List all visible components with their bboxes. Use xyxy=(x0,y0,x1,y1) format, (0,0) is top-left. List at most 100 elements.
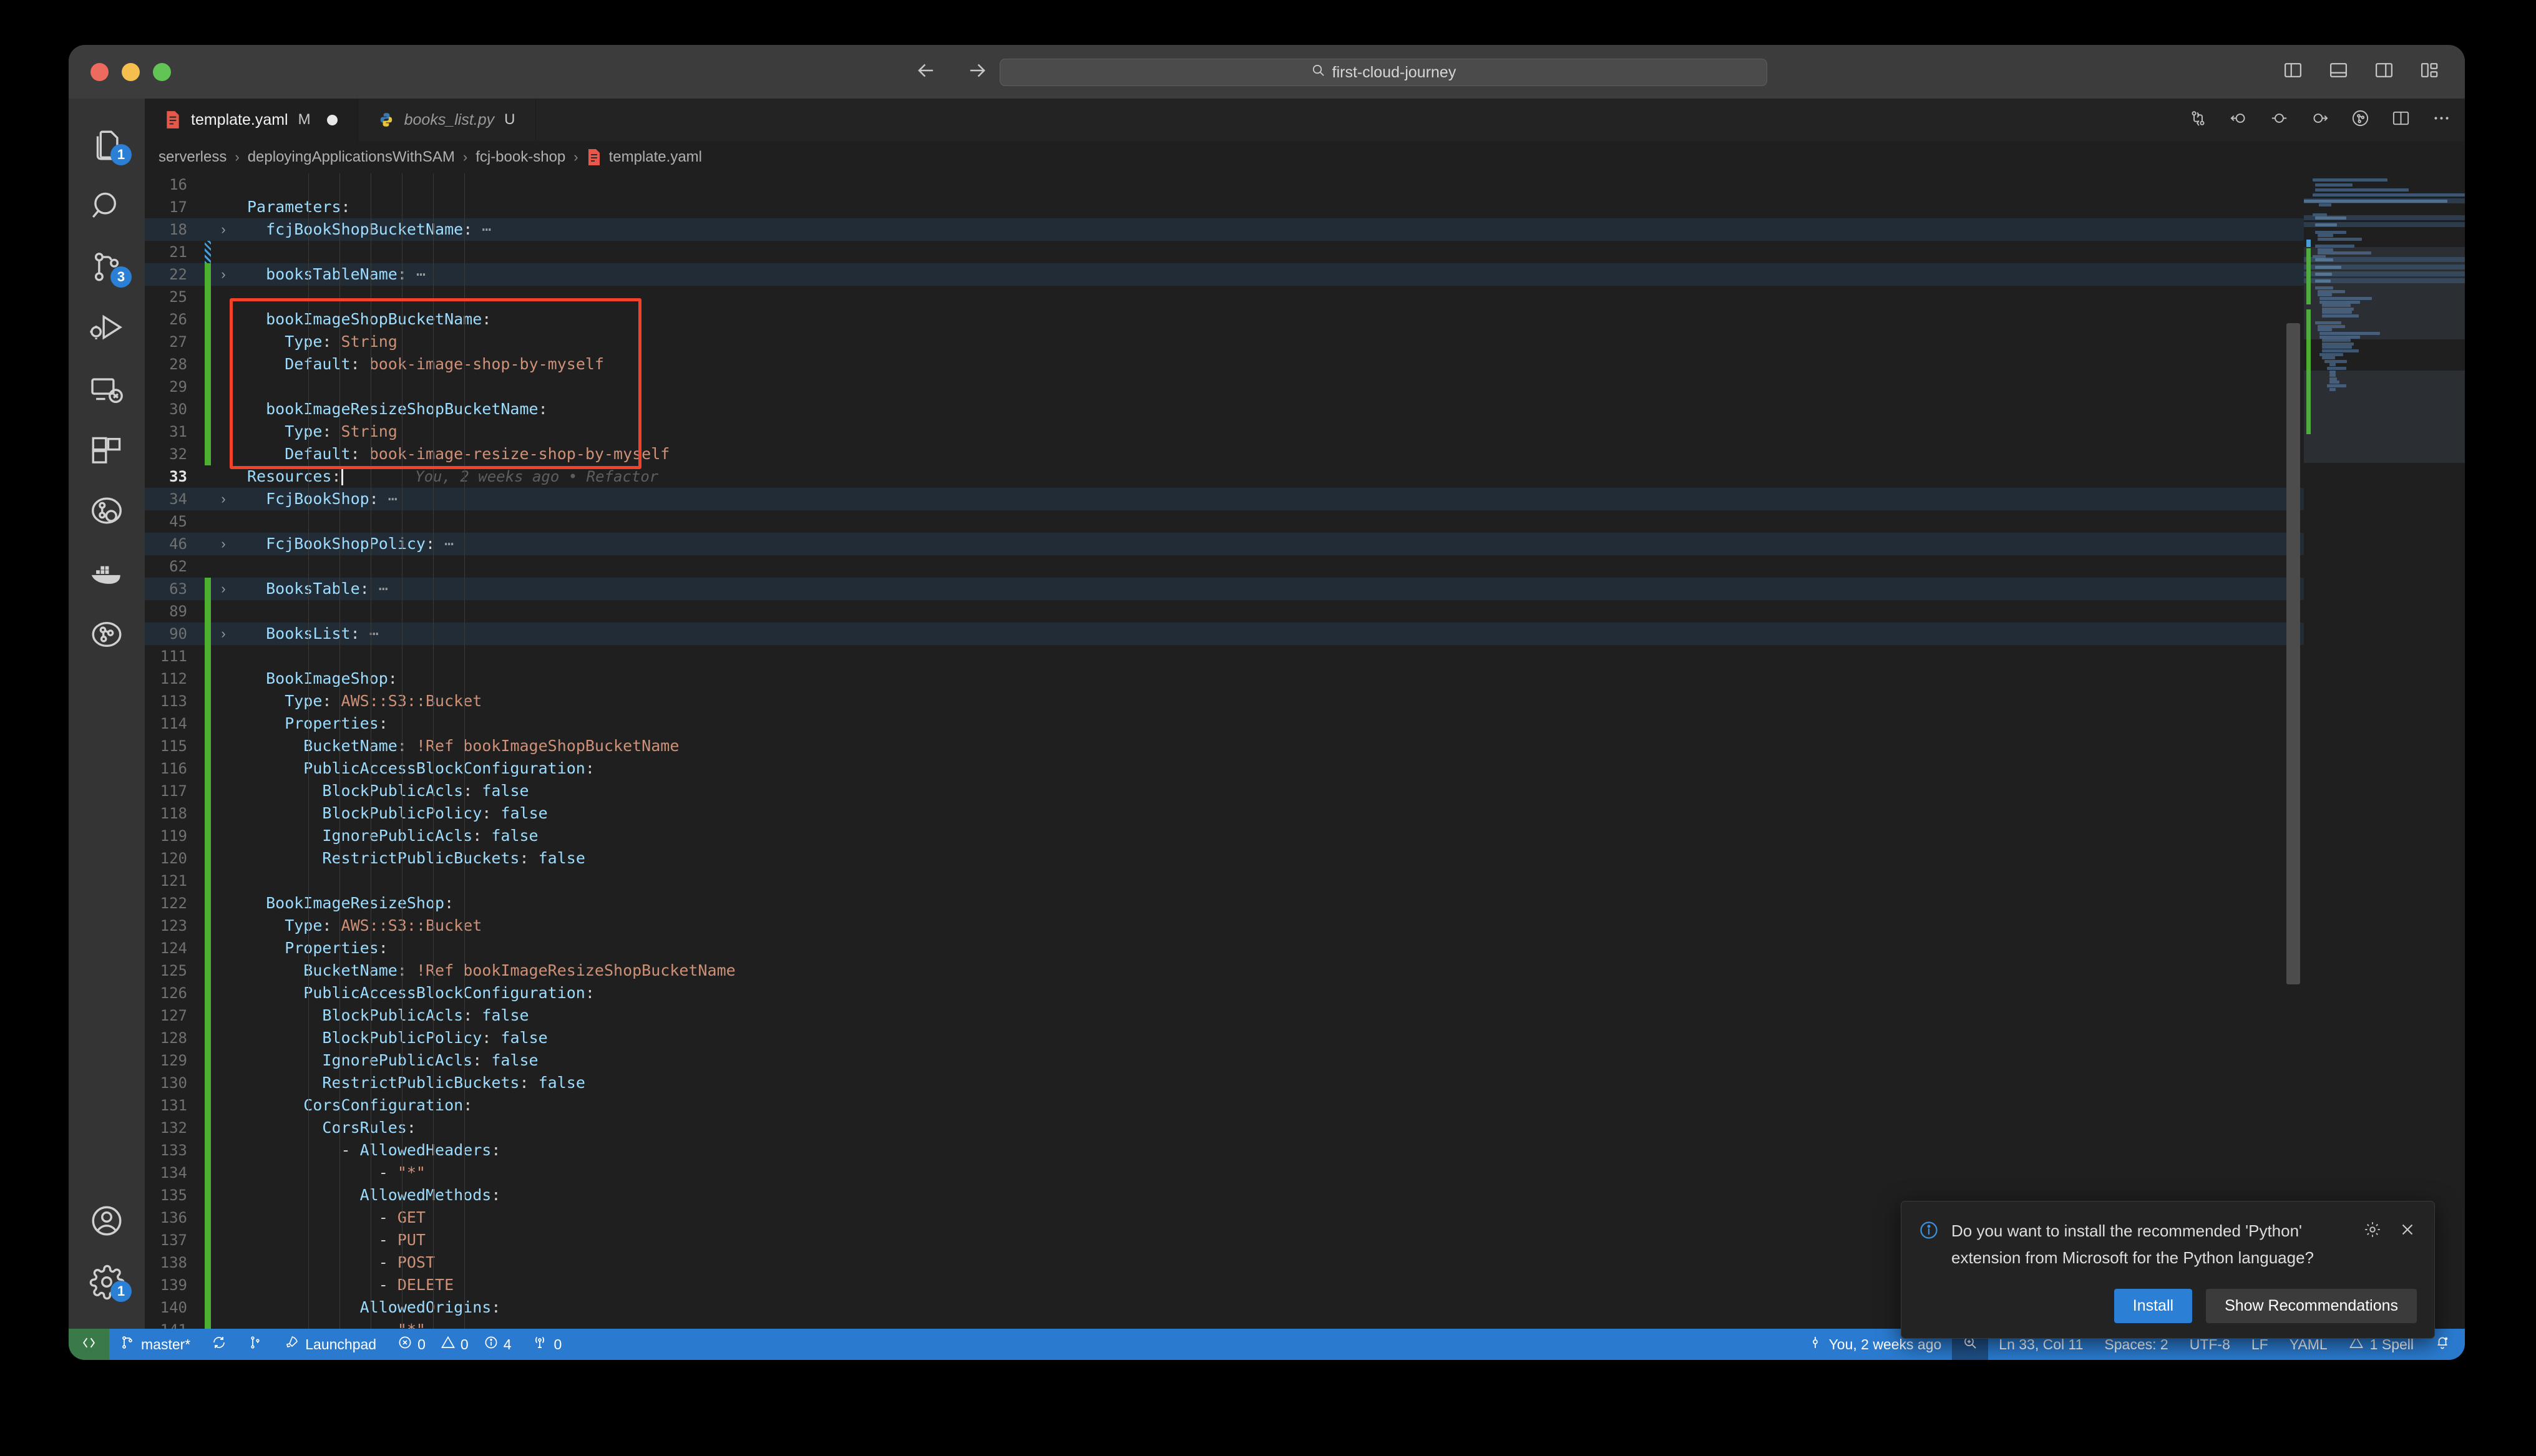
split-editor-icon[interactable] xyxy=(2391,109,2411,131)
toggle-secondary-sidebar-icon[interactable] xyxy=(2374,60,2394,84)
sidebar-item-search[interactable] xyxy=(69,177,145,238)
toggle-panel-icon[interactable] xyxy=(2328,60,2349,84)
close-icon[interactable] xyxy=(2398,1220,2417,1242)
gear-icon[interactable] xyxy=(2363,1220,2382,1242)
code-line[interactable]: 111 xyxy=(145,645,2304,667)
code-line[interactable]: 116 PublicAccessBlockConfiguration: xyxy=(145,757,2304,780)
status-gitlens-branch[interactable] xyxy=(237,1329,273,1360)
open-next-revision-icon[interactable] xyxy=(2310,109,2329,131)
code-line[interactable]: 46 › FcjBookShopPolicy: ⋯ xyxy=(145,533,2304,555)
editor-minimap[interactable] xyxy=(2304,173,2465,1329)
remote-window-indicator[interactable] xyxy=(69,1329,109,1360)
code-line[interactable]: 18 › fcjBookShopBucketName: ⋯ xyxy=(145,218,2304,241)
sidebar-item-run-and-debug[interactable] xyxy=(69,299,145,361)
gitlens-inspect-icon[interactable] xyxy=(2351,109,2370,131)
code-line[interactable]: 125 BucketName: !Ref bookImageResizeShop… xyxy=(145,959,2304,982)
code-line[interactable]: 27 Type: String xyxy=(145,331,2304,353)
code-line[interactable]: 123 Type: AWS::S3::Bucket xyxy=(145,915,2304,937)
code-line[interactable]: 62 xyxy=(145,555,2304,578)
code-line[interactable]: 134 - "*" xyxy=(145,1162,2304,1184)
code-line[interactable]: 16 xyxy=(145,173,2304,196)
sidebar-item-source-control[interactable]: 3 xyxy=(69,238,145,299)
code-editor[interactable]: 16 17 Parameters: 18 › fcjBookShopBucketName… xyxy=(145,173,2304,1329)
editor-vertical-scrollbar[interactable] xyxy=(2283,173,2304,1329)
code-lines-container[interactable]: 16 17 Parameters: 18 › fcjBookShopBucketName… xyxy=(145,173,2304,1329)
code-line[interactable]: 32 Default: book-image-resize-shop-by-my… xyxy=(145,443,2304,465)
fold-chevron-icon[interactable]: › xyxy=(211,581,236,597)
sidebar-item-remote-explorer[interactable] xyxy=(69,361,145,422)
notification-toast[interactable]: Do you want to install the recommended '… xyxy=(1901,1201,2435,1339)
code-line[interactable]: 119 IgnorePublicAcls: false xyxy=(145,825,2304,847)
open-revision-icon[interactable] xyxy=(2270,109,2289,131)
sidebar-item-explorer[interactable]: 1 xyxy=(69,116,145,177)
code-line[interactable]: 120 RestrictPublicBuckets: false xyxy=(145,847,2304,870)
minimize-window-button[interactable] xyxy=(122,62,140,81)
breadcrumb-item-file[interactable]: template.yaml xyxy=(587,148,702,166)
status-launchpad[interactable]: Launchpad xyxy=(273,1329,387,1360)
show-recommendations-button[interactable]: Show Recommendations xyxy=(2206,1289,2417,1323)
code-line[interactable]: 117 BlockPublicAcls: false xyxy=(145,780,2304,802)
sidebar-item-extensions[interactable] xyxy=(69,422,145,483)
status-radio-tower[interactable]: 0 xyxy=(522,1329,572,1360)
code-line[interactable]: 113 Type: AWS::S3::Bucket xyxy=(145,690,2304,712)
arrow-right-icon[interactable] xyxy=(965,59,989,85)
code-line[interactable]: 115 BucketName: !Ref bookImageShopBucket… xyxy=(145,735,2304,757)
code-line[interactable]: 130 RestrictPublicBuckets: false xyxy=(145,1072,2304,1094)
code-line[interactable]: 133 - AllowedHeaders: xyxy=(145,1139,2304,1162)
code-line[interactable]: 28 Default: book-image-shop-by-myself xyxy=(145,353,2304,376)
code-line[interactable]: 128 BlockPublicPolicy: false xyxy=(145,1027,2304,1049)
tab-books-list-py[interactable]: books_list.py U xyxy=(358,99,536,141)
code-line[interactable]: 90 › BooksList: ⋯ xyxy=(145,623,2304,645)
code-line[interactable]: 129 IgnorePublicAcls: false xyxy=(145,1049,2304,1072)
code-line[interactable]: 127 BlockPublicAcls: false xyxy=(145,1004,2304,1027)
compare-changes-icon[interactable] xyxy=(2188,109,2208,131)
fold-chevron-icon[interactable]: › xyxy=(211,221,236,238)
arrow-left-icon[interactable] xyxy=(914,59,938,85)
status-problems[interactable]: 0 0 4 xyxy=(387,1329,522,1360)
breadcrumb-item-1[interactable]: deployingApplicationsWithSAM xyxy=(248,148,455,166)
code-line[interactable]: 30 bookImageResizeShopBucketName: xyxy=(145,398,2304,420)
maximize-window-button[interactable] xyxy=(153,62,171,81)
code-line[interactable]: 26 bookImageShopBucketName: xyxy=(145,308,2304,331)
toggle-primary-sidebar-icon[interactable] xyxy=(2283,60,2303,84)
code-line[interactable]: 31 Type: String xyxy=(145,420,2304,443)
accounts-button[interactable] xyxy=(69,1191,145,1253)
code-line[interactable]: 21 xyxy=(145,241,2304,263)
code-line[interactable]: 131 CorsConfiguration: xyxy=(145,1094,2304,1117)
code-line[interactable]: 118 BlockPublicPolicy: false xyxy=(145,802,2304,825)
fold-chevron-icon[interactable]: › xyxy=(211,536,236,552)
code-line[interactable]: 132 CorsRules: xyxy=(145,1117,2304,1139)
command-center-search[interactable]: first-cloud-journey xyxy=(1000,59,1767,86)
status-sync[interactable] xyxy=(201,1329,237,1360)
code-line[interactable]: 122 BookImageResizeShop: xyxy=(145,892,2304,915)
tab-template-yaml[interactable]: template.yaml M xyxy=(145,99,358,141)
code-line[interactable]: 34 › FcjBookShop: ⋯ xyxy=(145,488,2304,510)
close-window-button[interactable] xyxy=(90,62,109,81)
minimap-viewport-slider[interactable] xyxy=(2304,247,2465,339)
code-line[interactable]: 29 xyxy=(145,376,2304,398)
code-line[interactable]: 63 › BooksTable: ⋯ xyxy=(145,578,2304,600)
sidebar-item-gitlens[interactable] xyxy=(69,483,145,544)
sidebar-item-github[interactable] xyxy=(69,605,145,666)
status-branch[interactable]: master* xyxy=(109,1329,201,1360)
code-line[interactable]: 33 Resources: You, 2 weeks ago • Refactor xyxy=(145,465,2304,488)
fold-chevron-icon[interactable]: › xyxy=(211,491,236,507)
customize-layout-icon[interactable] xyxy=(2419,60,2440,84)
code-line[interactable]: 121 xyxy=(145,870,2304,892)
code-line[interactable]: 22 › booksTableName: ⋯ xyxy=(145,263,2304,286)
fold-chevron-icon[interactable]: › xyxy=(211,266,236,283)
fold-chevron-icon[interactable]: › xyxy=(211,626,236,642)
more-actions-icon[interactable] xyxy=(2432,109,2451,131)
manage-settings-button[interactable]: 1 xyxy=(69,1253,145,1314)
code-line[interactable]: 126 PublicAccessBlockConfiguration: xyxy=(145,982,2304,1004)
sidebar-item-docker[interactable] xyxy=(69,544,145,605)
tab-dirty-indicator[interactable] xyxy=(326,114,338,125)
breadcrumb-item-2[interactable]: fcj-book-shop xyxy=(476,148,565,166)
breadcrumb-item-0[interactable]: serverless xyxy=(158,148,227,166)
open-previous-revision-icon[interactable] xyxy=(2229,109,2248,131)
code-line[interactable]: 45 xyxy=(145,510,2304,533)
code-line[interactable]: 25 xyxy=(145,286,2304,308)
code-line[interactable]: 112 BookImageShop: xyxy=(145,667,2304,690)
code-line[interactable]: 89 xyxy=(145,600,2304,623)
install-button[interactable]: Install xyxy=(2114,1289,2193,1323)
